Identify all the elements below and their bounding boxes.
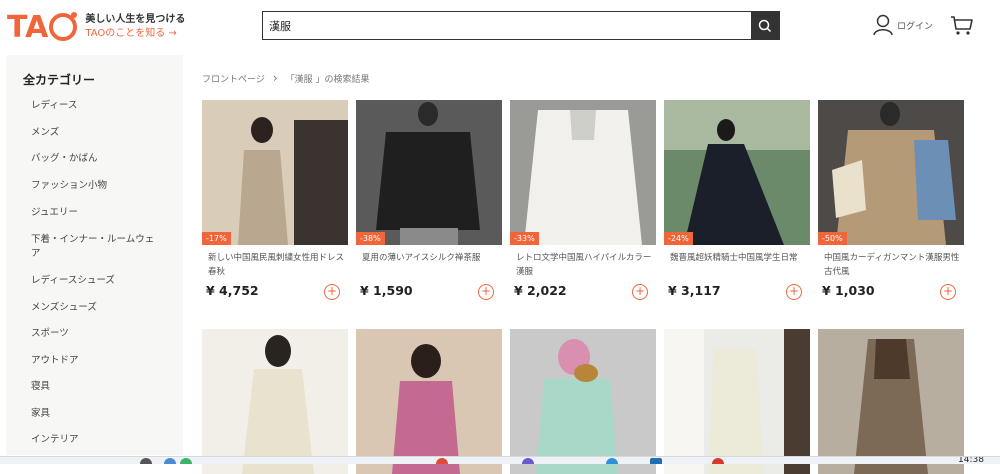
product-price: ¥ 3,117 [668,283,721,298]
sidebar-item-bags[interactable]: バッグ・かばん [31,152,98,166]
sidebar-item-ladies-shoes[interactable]: レディースシューズ [31,274,115,288]
product-title[interactable]: レトロ文学中国風ハイパイルカラー漢服 [516,251,652,279]
taskbar-app-icon[interactable] [180,458,192,464]
cart-icon [951,16,973,35]
breadcrumb-current: 「漢服 」の検索結果 [285,74,370,85]
product-image[interactable] [818,329,964,474]
logo-o-icon [49,12,78,41]
product-image[interactable] [202,100,348,245]
add-to-cart-icon[interactable]: + [786,284,802,300]
user-icon [873,14,893,36]
product-image[interactable] [356,329,502,474]
product-title[interactable]: 中国風カーディガンマント漢服男性古代風 [824,251,960,279]
taskbar-app-icon[interactable] [522,458,534,464]
search-icon [758,19,772,32]
product-image[interactable] [664,329,810,474]
logo-tagline: 美しい人生を見つける [85,14,186,25]
taskbar-app-icon[interactable] [650,458,662,464]
category-sidebar: 全カテゴリー レディース メンズ バッグ・かばん ファッション小物 ジュエリー … [6,55,183,455]
discount-badge: -38% [356,232,385,245]
product-image[interactable] [818,100,964,245]
taskbar-app-icon[interactable] [606,458,618,464]
product-image[interactable] [202,329,348,474]
sidebar-title: 全カテゴリー [23,73,96,87]
discount-badge: -33% [510,232,539,245]
sidebar-item-ladies[interactable]: レディース [31,99,77,113]
sidebar-item-jewelry[interactable]: ジュエリー [31,206,78,220]
search-input[interactable] [263,12,751,39]
site-header: TA 美しい人生を見つける TAOのことを知る → ログイン [0,0,1000,52]
product-title[interactable]: 魏晋風超妖精騎士中国風学生日常 [670,251,806,265]
login-label: ログイン [897,21,934,32]
cart-button[interactable] [950,13,974,41]
login-button[interactable]: ログイン [873,14,933,36]
taskbar-app-icon[interactable] [436,458,448,464]
taskbar-clock: 14:38 [958,456,984,464]
product-image[interactable] [356,100,502,245]
product-image[interactable] [510,100,656,245]
about-tao-link[interactable]: TAOのことを知る → [85,27,185,41]
breadcrumb-home[interactable]: フロントページ [202,72,265,85]
add-to-cart-icon[interactable]: + [478,284,494,300]
tao-logo[interactable]: TA 美しい人生を見つける TAOのことを知る → [7,9,185,45]
os-taskbar: 14:38 [0,456,1000,464]
product-price: ¥ 1,030 [822,283,875,298]
product-price: ¥ 1,590 [360,283,413,298]
discount-badge: -24% [664,232,693,245]
sidebar-item-interior[interactable]: インテリア [31,433,79,447]
product-title[interactable]: 新しい中国風民風刺繍女性用ドレス春秋 [208,251,344,279]
taskbar-app-icon[interactable] [712,458,724,464]
logo-wordmark: TA [7,9,49,45]
add-to-cart-icon[interactable]: + [632,284,648,300]
sidebar-item-bedding[interactable]: 寝具 [31,380,50,394]
sidebar-item-sports[interactable]: スポーツ [31,327,69,341]
sidebar-item-underwear[interactable]: 下着・インナー・ルームウェア [31,233,161,261]
product-image[interactable] [510,329,656,474]
add-to-cart-icon[interactable]: + [940,284,956,300]
search-bar [262,11,780,40]
sidebar-item-furniture[interactable]: 家具 [31,407,50,421]
logo-mark: TA [7,9,78,45]
taskbar-app-icon[interactable] [164,458,176,464]
product-price: ¥ 4,752 [206,283,259,298]
search-button[interactable] [751,12,779,39]
sidebar-item-mens[interactable]: メンズ [31,126,59,140]
product-title[interactable]: 夏用の薄いアイスシルク禅茶服 [362,251,498,265]
product-image[interactable] [664,100,810,245]
add-to-cart-icon[interactable]: + [324,284,340,300]
sidebar-item-fashion-accessories[interactable]: ファッション小物 [31,179,107,193]
sidebar-item-outdoor[interactable]: アウトドア [31,354,79,368]
product-price: ¥ 2,022 [514,283,567,298]
discount-badge: -50% [818,232,847,245]
discount-badge: -17% [202,232,231,245]
taskbar-app-icon[interactable] [140,458,152,464]
sidebar-item-mens-shoes[interactable]: メンズシューズ [31,301,97,315]
breadcrumb: フロントページ › 「漢服 」の検索結果 [202,71,370,85]
breadcrumb-separator: › [272,71,278,85]
